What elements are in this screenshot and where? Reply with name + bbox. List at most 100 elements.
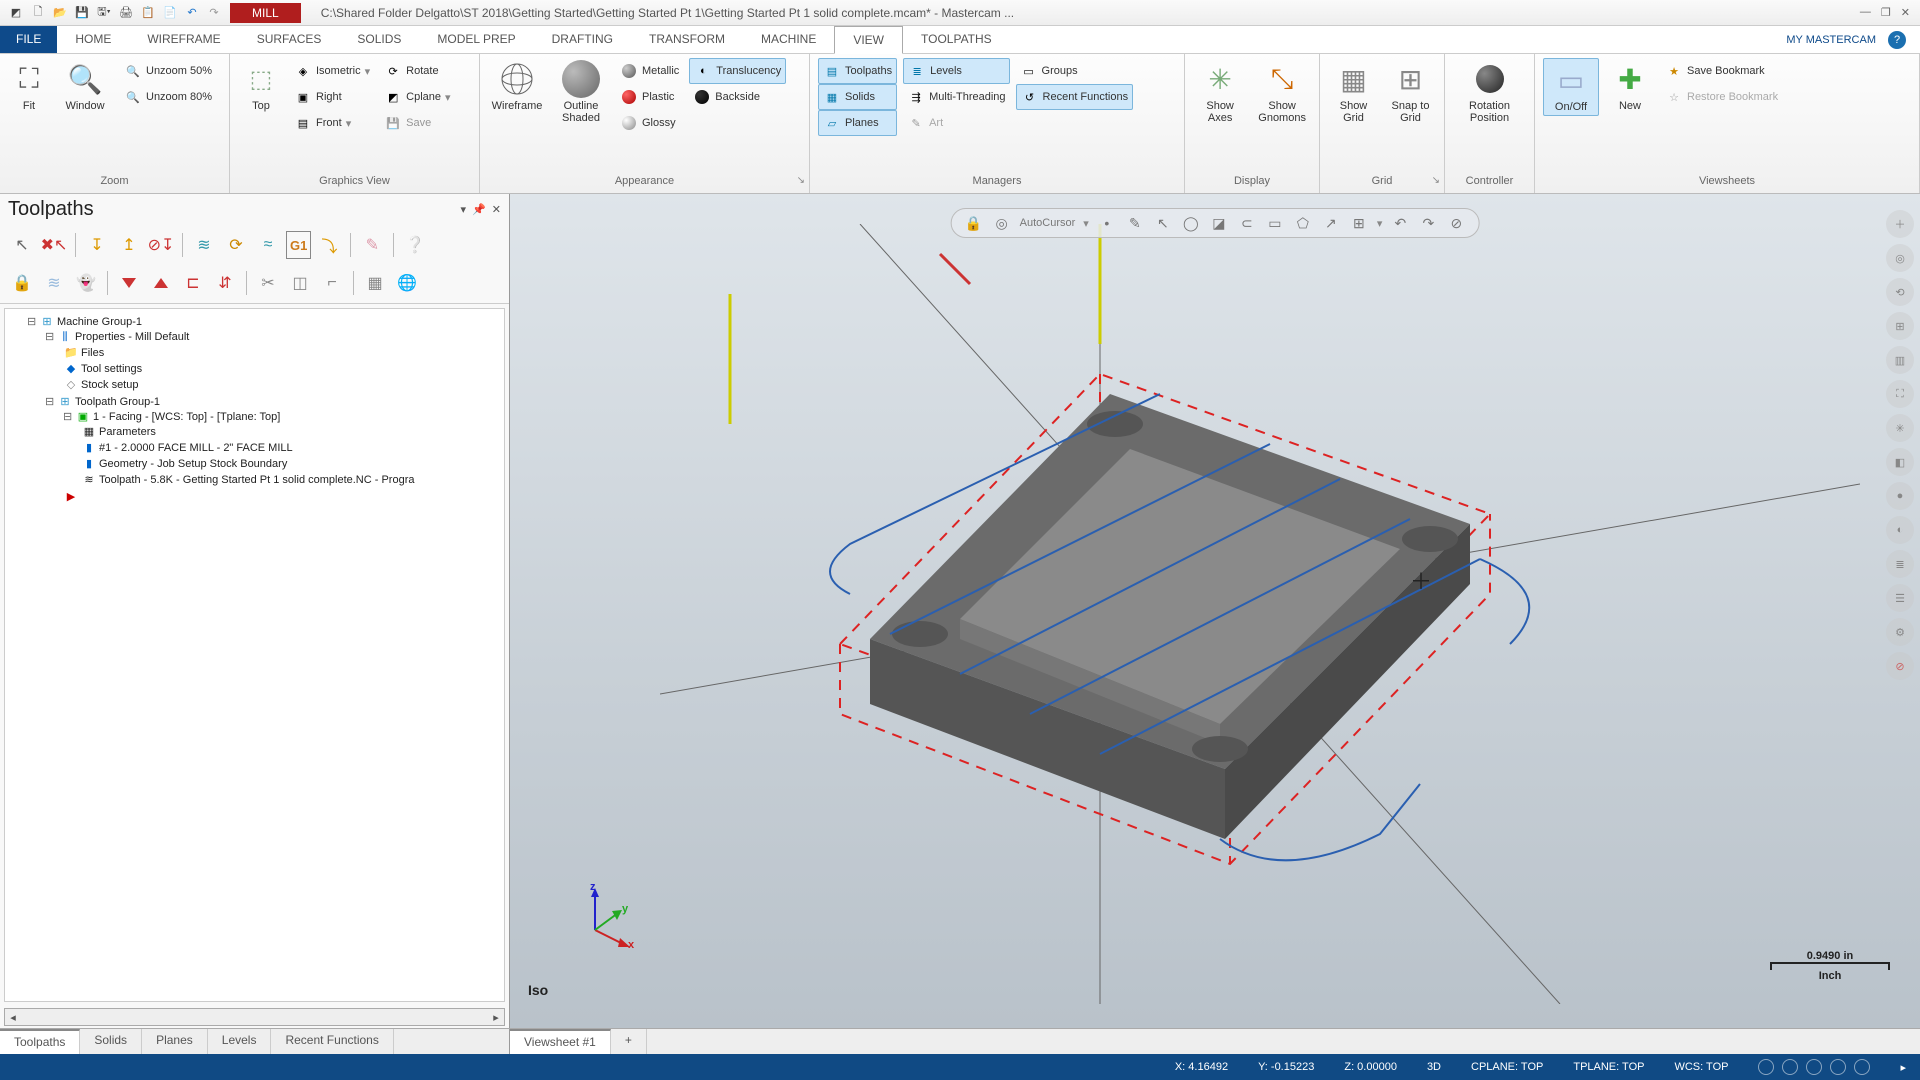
multithreading-toggle[interactable]: ⇶Multi-Threading bbox=[903, 84, 1009, 110]
regen-ops-icon[interactable]: ≋ bbox=[190, 231, 218, 259]
point-icon[interactable]: • bbox=[1097, 213, 1117, 233]
snap-grid-button[interactable]: ⊞Snap to Grid bbox=[1385, 58, 1436, 124]
solids-manager-toggle[interactable]: ▦Solids bbox=[818, 84, 897, 110]
vector-select-icon[interactable]: ↗ bbox=[1321, 213, 1341, 233]
tree-parameters[interactable]: Parameters bbox=[99, 426, 156, 438]
dock-target-icon[interactable]: ◎ bbox=[1886, 244, 1914, 272]
regen-dirty-icon[interactable]: ⟳ bbox=[222, 231, 250, 259]
panel-pin-icon[interactable]: 📌 bbox=[472, 203, 486, 216]
open-icon[interactable]: 📂 bbox=[50, 3, 70, 23]
status-icon-5[interactable] bbox=[1854, 1059, 1870, 1075]
chain-icon[interactable]: ⊂ bbox=[1237, 213, 1257, 233]
save-view-button[interactable]: 💾Save bbox=[380, 110, 454, 136]
display-ops-icon[interactable]: ◫ bbox=[286, 269, 314, 297]
glossy-toggle[interactable]: Glossy bbox=[616, 110, 683, 136]
tree-properties[interactable]: Properties - Mill Default bbox=[75, 331, 189, 343]
insert-arrow-down-icon[interactable]: ↧ bbox=[83, 231, 111, 259]
tab-solids[interactable]: SOLIDS bbox=[339, 26, 419, 53]
tab-drafting[interactable]: DRAFTING bbox=[534, 26, 631, 53]
panel-close-icon[interactable]: ✕ bbox=[492, 203, 501, 216]
btab-add-viewsheet[interactable]: + bbox=[611, 1029, 647, 1054]
tree-op-facing[interactable]: 1 - Facing - [WCS: Top] - [Tplane: Top] bbox=[93, 411, 280, 423]
backside-toggle[interactable]: Backside bbox=[689, 84, 786, 110]
lock-selection-icon[interactable]: 🔒 bbox=[964, 213, 984, 233]
tab-view[interactable]: VIEW bbox=[834, 26, 903, 54]
dock-wire-icon[interactable]: ⊞ bbox=[1886, 312, 1914, 340]
restore-icon[interactable]: ❐ bbox=[1881, 6, 1891, 19]
tab-toolpaths[interactable]: TOOLPATHS bbox=[903, 26, 1010, 53]
undo-icon[interactable]: ↶ bbox=[182, 3, 202, 23]
cplane-button[interactable]: ◩Cplane▾ bbox=[380, 84, 454, 110]
status-wcs[interactable]: WCS: TOP bbox=[1674, 1061, 1728, 1073]
backplot-icon[interactable]: ≈ bbox=[254, 231, 282, 259]
restore-bookmark-button[interactable]: ☆Restore Bookmark bbox=[1661, 84, 1782, 110]
select-icon[interactable]: ↖ bbox=[8, 231, 36, 259]
redo-select-icon[interactable]: ↷ bbox=[1418, 213, 1438, 233]
right-view-button[interactable]: ▣Right bbox=[290, 84, 374, 110]
dock-gear-icon[interactable]: ⚙ bbox=[1886, 618, 1914, 646]
window-select-icon[interactable]: ▭ bbox=[1265, 213, 1285, 233]
tab-machine[interactable]: MACHINE bbox=[743, 26, 834, 53]
tab-home[interactable]: HOME bbox=[57, 26, 129, 53]
redo-icon[interactable]: ↷ bbox=[204, 3, 224, 23]
window-zoom-button[interactable]: 🔍Window bbox=[56, 58, 114, 112]
status-tplane[interactable]: TPLANE: TOP bbox=[1573, 1061, 1644, 1073]
simulate-icon[interactable]: 🌐 bbox=[393, 269, 421, 297]
feed-icon[interactable]: ⤵ bbox=[315, 231, 343, 259]
arrow-select-icon[interactable]: ↖ bbox=[1153, 213, 1173, 233]
fit-button[interactable]: ⛶Fit bbox=[8, 58, 50, 112]
save-bookmark-button[interactable]: ★Save Bookmark bbox=[1661, 58, 1782, 84]
unzoom-50-button[interactable]: 🔍Unzoom 50% bbox=[120, 58, 216, 84]
dock-level-icon[interactable]: ≣ bbox=[1886, 550, 1914, 578]
top-view-button[interactable]: ⬚Top bbox=[238, 58, 284, 112]
polygon-select-icon[interactable]: ⬠ bbox=[1293, 213, 1313, 233]
tree-geometry[interactable]: Geometry - Job Setup Stock Boundary bbox=[99, 458, 287, 470]
tree-horizontal-scrollbar[interactable]: ◂▸ bbox=[4, 1008, 505, 1026]
help-toolbar-icon[interactable]: ❔ bbox=[401, 231, 429, 259]
tree-toolpath-nc[interactable]: Toolpath - 5.8K - Getting Started Pt 1 s… bbox=[99, 474, 414, 486]
print-icon[interactable]: 🖨 bbox=[116, 3, 136, 23]
dock-fit-icon[interactable]: ⛶ bbox=[1886, 380, 1914, 408]
tree-toolpath-group[interactable]: Toolpath Group-1 bbox=[75, 396, 160, 408]
status-icon-1[interactable] bbox=[1758, 1059, 1774, 1075]
btab-levels[interactable]: Levels bbox=[208, 1029, 272, 1054]
status-icon-3[interactable] bbox=[1806, 1059, 1822, 1075]
new-icon[interactable]: 🗋 bbox=[28, 3, 48, 23]
dock-shade-icon[interactable]: ● bbox=[1886, 482, 1914, 510]
front-view-button[interactable]: ▤Front▾ bbox=[290, 110, 374, 136]
groups-manager-toggle[interactable]: ▭Groups bbox=[1016, 58, 1134, 84]
tree-files[interactable]: Files bbox=[81, 347, 104, 359]
edit-common-icon[interactable]: ✂ bbox=[254, 269, 282, 297]
toolpaths-manager-toggle[interactable]: ▤Toolpaths bbox=[818, 58, 897, 84]
btab-viewsheet1[interactable]: Viewsheet #1 bbox=[510, 1029, 611, 1054]
tree-machine-group[interactable]: Machine Group-1 bbox=[57, 316, 142, 328]
btab-solids[interactable]: Solids bbox=[80, 1029, 142, 1054]
save-icon[interactable]: 💾 bbox=[72, 3, 92, 23]
wireframe-mode-button[interactable]: Wireframe bbox=[488, 58, 546, 112]
metallic-toggle[interactable]: Metallic bbox=[616, 58, 683, 84]
collapse-down-icon[interactable] bbox=[115, 269, 143, 297]
entity-icon[interactable]: ◯ bbox=[1181, 213, 1201, 233]
btab-toolpaths[interactable]: Toolpaths bbox=[0, 1029, 80, 1054]
status-icon-4[interactable] bbox=[1830, 1059, 1846, 1075]
status-mode[interactable]: 3D bbox=[1427, 1061, 1441, 1073]
highlight-icon[interactable]: ✎ bbox=[358, 231, 386, 259]
dock-view-icon[interactable]: ◧ bbox=[1886, 448, 1914, 476]
expand-op-icon[interactable]: ⊏ bbox=[179, 269, 207, 297]
saveas-icon[interactable]: 🖫▾ bbox=[94, 3, 114, 23]
dock-stop-icon[interactable]: ⊘ bbox=[1886, 652, 1914, 680]
post-g1-icon[interactable]: G1 bbox=[286, 231, 311, 259]
solid-select-icon[interactable]: ◪ bbox=[1209, 213, 1229, 233]
graphics-viewport[interactable]: ＋ 🔒 ◎ AutoCursor ▾ • ✎ ↖ ◯ ◪ ⊂ ▭ ⬠ ↗ ⊞ ▾… bbox=[510, 194, 1920, 1028]
rotate-view-button[interactable]: ⟳Rotate bbox=[380, 58, 454, 84]
btab-recent[interactable]: Recent Functions bbox=[271, 1029, 393, 1054]
ghost-icon[interactable]: 👻 bbox=[72, 269, 100, 297]
outline-shaded-button[interactable]: Outline Shaded bbox=[552, 58, 610, 124]
tab-file[interactable]: FILE bbox=[0, 26, 57, 53]
tree-stock[interactable]: Stock setup bbox=[81, 379, 138, 391]
planes-manager-toggle[interactable]: ▱Planes bbox=[818, 110, 897, 136]
close-icon[interactable]: ✕ bbox=[1901, 6, 1910, 19]
tree-tool[interactable]: #1 - 2.0000 FACE MILL - 2" FACE MILL bbox=[99, 442, 293, 454]
path-display-icon[interactable]: ⌐ bbox=[318, 269, 346, 297]
dock-snap-icon[interactable]: ▥ bbox=[1886, 346, 1914, 374]
